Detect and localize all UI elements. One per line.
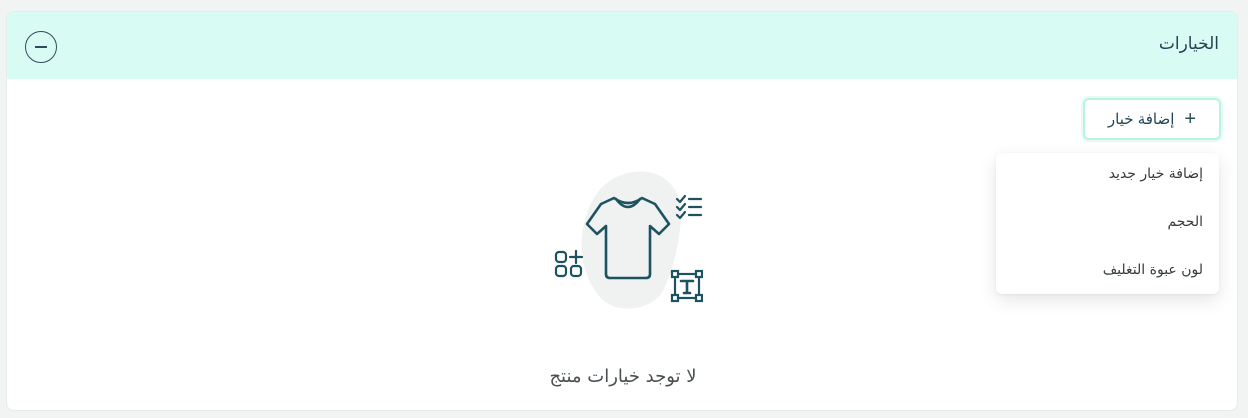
plus-icon: +	[1184, 108, 1197, 130]
dropdown-item-new-option[interactable]: إضافة خيار جديد	[1109, 166, 1203, 182]
add-option-label: إضافة خيار	[1107, 111, 1175, 128]
empty-state-illustration	[554, 171, 703, 309]
panel-title: الخيارات	[1158, 34, 1219, 54]
collapse-button[interactable]	[25, 31, 57, 63]
illustration-background-blob	[581, 171, 682, 309]
panel-header: الخيارات	[7, 12, 1237, 79]
empty-state-message: لا توجد خيارات منتج	[549, 366, 697, 387]
add-option-button[interactable]: + إضافة خيار	[1083, 98, 1221, 140]
minus-icon	[35, 46, 47, 48]
text-frame-icon	[670, 269, 703, 303]
dropdown-item-packaging-color[interactable]: لون عبوة التغليف	[1103, 262, 1203, 278]
dropdown-item-size[interactable]: الحجم	[1167, 214, 1203, 230]
add-apps-icon	[554, 249, 584, 278]
add-option-dropdown: إضافة خيار جديد الحجم لون عبوة التغليف	[996, 153, 1219, 294]
options-panel: الخيارات + إضافة خيار إضافة خيار جديد ال…	[6, 11, 1238, 411]
